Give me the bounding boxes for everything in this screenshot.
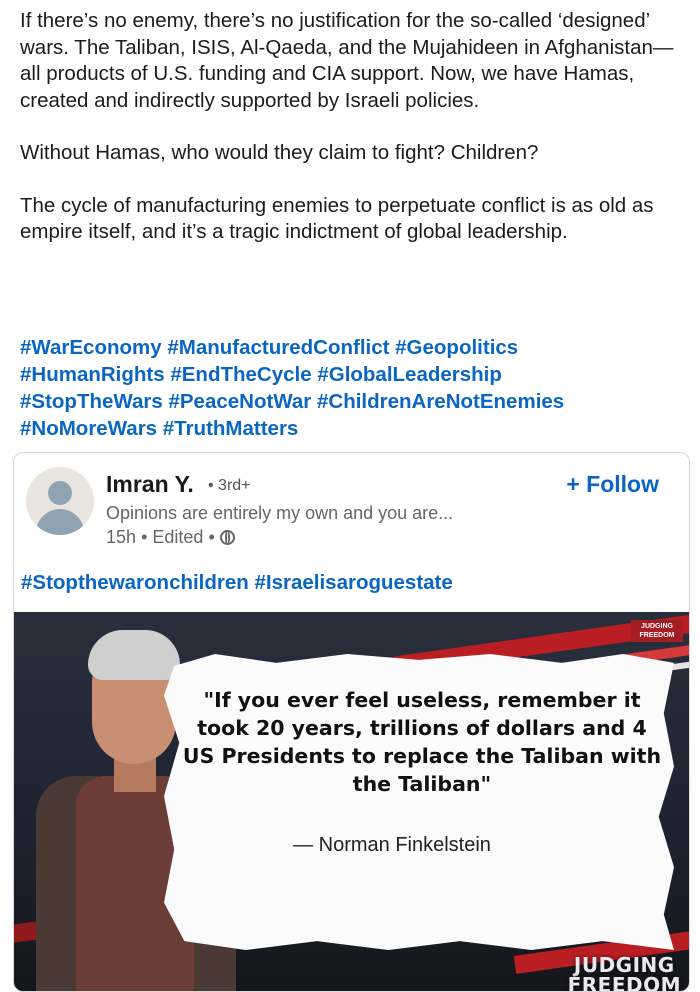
- hashtag-link[interactable]: #PeaceNotWar: [168, 390, 311, 413]
- post-paragraph-1: If there’s no enemy, there’s no justific…: [20, 9, 674, 112]
- hashtag-link[interactable]: #Geopolitics: [395, 336, 518, 359]
- hashtag-link[interactable]: #HumanRights: [20, 363, 165, 386]
- post-body: If there’s no enemy, there’s no justific…: [20, 8, 690, 272]
- avatar-head: [48, 481, 72, 505]
- post-time: 15h: [106, 527, 137, 547]
- hashtag-link[interactable]: #ManufacturedConflict: [167, 336, 389, 359]
- hashtag-link[interactable]: #Israelisaroguestate: [255, 571, 453, 594]
- author-name[interactable]: Imran Y.: [106, 471, 194, 498]
- post-meta: 15h • Edited •: [106, 527, 235, 548]
- watermark-line1: JUDGING: [573, 953, 675, 977]
- post-paragraph-2: Without Hamas, who would they claim to f…: [20, 141, 539, 164]
- follow-button[interactable]: + Follow: [566, 471, 659, 498]
- hashtag-link[interactable]: #WarEconomy: [20, 336, 162, 359]
- post-image[interactable]: JUDGING FREEDOM "If you ever feel useles…: [14, 612, 689, 991]
- brand-logo-line2: FREEDOM: [639, 632, 675, 639]
- hashtag-link[interactable]: #NoMoreWars: [20, 417, 157, 440]
- quote-attribution: — Norman Finkelstein: [293, 834, 491, 856]
- hashtag-link[interactable]: #EndTheCycle: [170, 363, 311, 386]
- hashtag-link[interactable]: #GlobalLeadership: [317, 363, 502, 386]
- meta-separator: •: [208, 527, 215, 547]
- globe-icon: [219, 530, 235, 545]
- quote-text: "If you ever feel useless, remember it t…: [182, 688, 662, 796]
- shared-post-hashtags: #Stopthewaronchildren #Israelisaroguesta…: [21, 571, 453, 595]
- post-paragraph-3: The cycle of manufacturing enemies to pe…: [20, 193, 654, 244]
- hashtag-link[interactable]: #ChildrenAreNotEnemies: [317, 390, 564, 413]
- meta-separator: •: [141, 527, 148, 547]
- author-headline: Opinions are entirely my own and you are…: [106, 503, 454, 523]
- watermark-logo: JUDGING FREEDOM: [568, 953, 681, 991]
- avatar-body: [36, 509, 84, 535]
- edited-label: Edited: [152, 527, 204, 547]
- connection-degree: • 3rd+: [208, 477, 251, 494]
- brand-logo-line1: JUDGING: [641, 623, 673, 630]
- hashtag-link[interactable]: #TruthMatters: [163, 417, 299, 440]
- hashtag-link[interactable]: #StopTheWars: [20, 390, 163, 413]
- avatar-placeholder-icon[interactable]: [26, 467, 94, 535]
- brand-logo: JUDGING FREEDOM: [631, 620, 683, 642]
- hashtag-link[interactable]: #Stopthewaronchildren: [21, 571, 249, 594]
- shared-post-card[interactable]: Imran Y. • 3rd+ Opinions are entirely my…: [13, 452, 690, 992]
- post-hashtags: #WarEconomy #ManufacturedConflict #Geopo…: [20, 334, 690, 442]
